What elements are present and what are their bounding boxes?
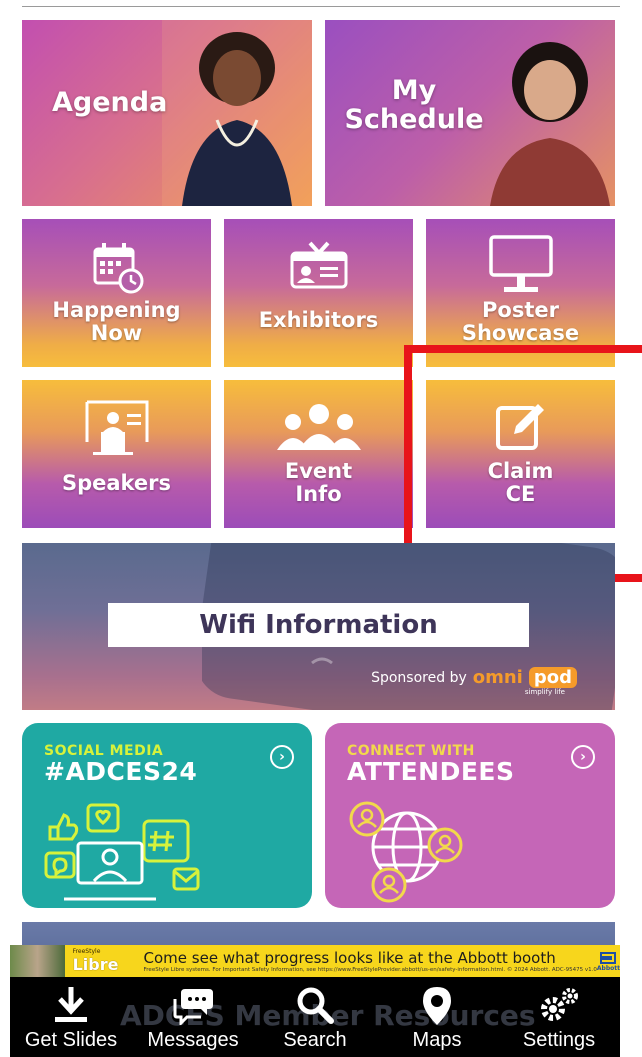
globe-network-graphic (349, 801, 463, 903)
map-pin-icon (423, 987, 451, 1025)
wifi-title: Wifi Information (199, 610, 438, 640)
top-divider (22, 6, 620, 7)
exhibitors-tile[interactable]: Exhibitors (224, 219, 413, 367)
libre-logo: FreeStyle Libre (65, 945, 144, 977)
connect-attendees-card[interactable]: CONNECT WITH ATTENDEES › (325, 723, 615, 908)
event-info-label: Event Info (284, 459, 353, 506)
exhibitors-label: Exhibitors (258, 308, 379, 332)
badge-icon (290, 241, 347, 289)
agenda-speaker-photo (162, 20, 312, 206)
connect-big-label: ATTENDEES (347, 757, 515, 786)
tab-maps[interactable]: Maps (376, 977, 498, 1057)
sponsor-logo-omni: omni (472, 667, 523, 688)
tab-maps-label: Maps (412, 1029, 462, 1051)
calendar-clock-icon (93, 243, 143, 294)
sponsor-logo-pod: pod (528, 667, 577, 688)
abbott-ad-banner[interactable]: FreeStyle Libre Come see what progress l… (10, 945, 620, 977)
wifi-title-box: Wifi Information (108, 603, 529, 647)
ad-main-text: Come see what progress looks like at the… (143, 948, 556, 967)
tab-messages-label: Messages (147, 1029, 239, 1051)
ad-photo (10, 945, 65, 977)
bottom-tab-bar: ADCES Member Resources Get Slides Messag… (10, 977, 620, 1057)
my-schedule-label: My Schedule (344, 75, 484, 135)
libre-logo-big: Libre (72, 955, 119, 974)
connect-chevron-icon[interactable]: › (571, 745, 595, 769)
happening-now-tile[interactable]: Happening Now (22, 219, 211, 367)
my-schedule-tile[interactable]: My Schedule (325, 20, 615, 206)
speakers-tile[interactable]: Speakers (22, 380, 211, 528)
abbott-logo-icon (600, 951, 617, 964)
ad-text: Come see what progress looks like at the… (144, 949, 597, 974)
tab-search-label: Search (283, 1029, 347, 1051)
abbott-logo: Abbott (596, 945, 620, 977)
agenda-tile[interactable]: Agenda (22, 20, 312, 206)
search-icon (297, 987, 334, 1024)
my-schedule-speaker-photo (490, 42, 610, 206)
tab-search[interactable]: Search (254, 977, 376, 1057)
social-media-hashtag: #ADCES24 (44, 757, 198, 786)
abbott-logo-text: Abbott (596, 964, 620, 972)
social-media-card[interactable]: SOCIAL MEDIA #ADCES24 › (22, 723, 312, 908)
billboard-icon (488, 235, 553, 292)
tab-settings[interactable]: Settings (498, 977, 620, 1057)
speakers-label: Speakers (61, 471, 172, 495)
group-people-icon (276, 404, 361, 450)
agenda-label: Agenda (52, 87, 168, 118)
social-icons-graphic (44, 803, 200, 901)
tab-messages[interactable]: Messages (132, 977, 254, 1057)
tab-get-slides-label: Get Slides (24, 1029, 118, 1051)
happening-now-label: Happening Now (52, 298, 181, 345)
download-icon (55, 987, 87, 1022)
tab-get-slides[interactable]: Get Slides (10, 977, 132, 1057)
libre-logo-small: FreeStyle (72, 948, 101, 955)
poster-showcase-label: Poster Showcase (461, 298, 580, 345)
sponsor-line: Sponsored by omni pod (371, 667, 577, 688)
podium-speaker-icon (85, 400, 148, 455)
chat-bubbles-icon (173, 989, 213, 1025)
social-chevron-icon[interactable]: › (270, 745, 294, 769)
wifi-information-banner[interactable]: Wifi Information Sponsored by omni pod si… (22, 543, 615, 710)
gears-icon (541, 988, 578, 1021)
tab-settings-label: Settings (522, 1029, 596, 1051)
event-info-tile[interactable]: Event Info (224, 380, 413, 528)
ad-fine-print: FreeStyle Libre systems. For Important S… (143, 966, 597, 973)
sponsor-tagline: simplify life (524, 688, 565, 696)
sponsored-by-text: Sponsored by (371, 669, 467, 686)
